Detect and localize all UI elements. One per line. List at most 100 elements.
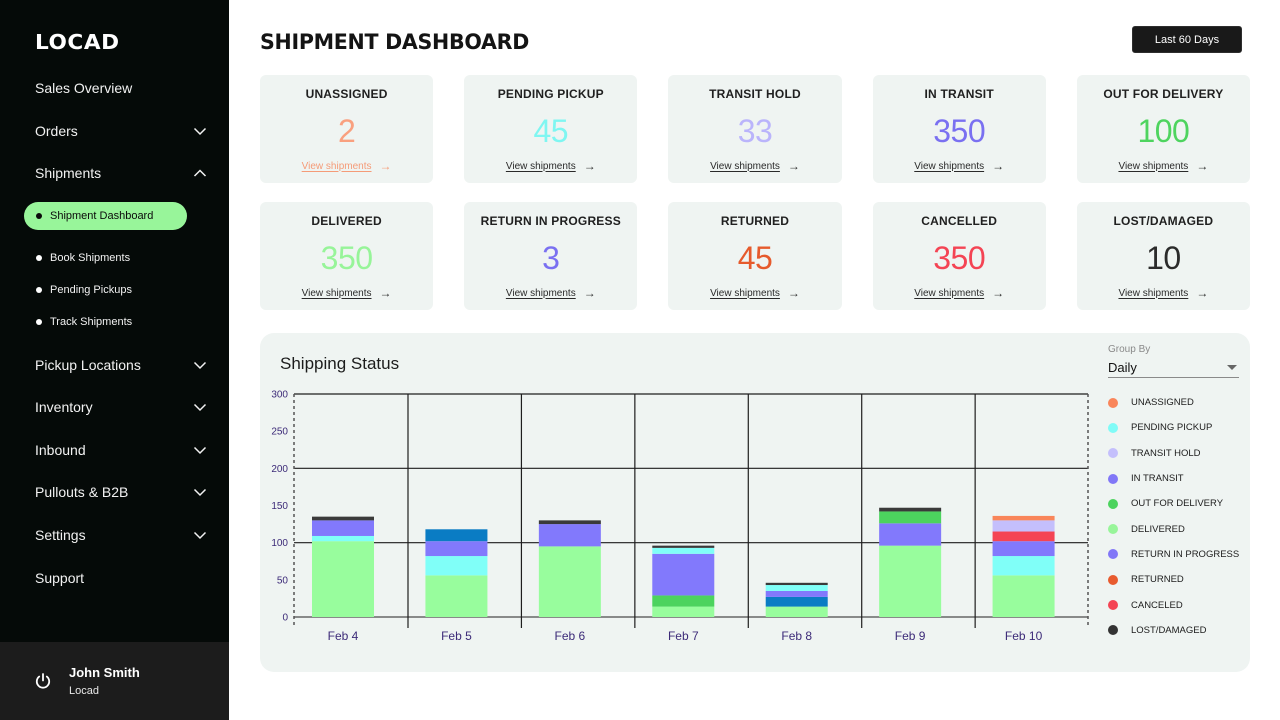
bar-segment-feb-6-lost-damaged xyxy=(538,520,601,525)
sidebar-item-label: Pullouts & B2B xyxy=(35,484,129,500)
card-lost-damaged: LOST/DAMAGED 10 View shipments → xyxy=(1076,202,1250,310)
view-shipments-link[interactable]: View shipments → xyxy=(260,286,433,300)
view-shipments-link[interactable]: View shipments → xyxy=(1077,286,1250,300)
card-label: OUT FOR DELIVERY xyxy=(1103,87,1224,101)
chevron-up-icon[interactable] xyxy=(193,166,207,180)
legend-item-transit-hold[interactable]: TRANSIT HOLD xyxy=(1108,441,1239,466)
view-shipments-link[interactable]: View shipments → xyxy=(873,286,1046,300)
bar-segment-feb-10-delivered xyxy=(992,575,1055,617)
card-out-for-delivery: OUT FOR DELIVERY 100 View shipments → xyxy=(1076,75,1250,183)
legend-label: OUT FOR DELIVERY xyxy=(1131,498,1224,510)
sidebar-subitem-label: Pending Pickups xyxy=(50,284,132,296)
sidebar-item-label: Inbound xyxy=(35,442,86,458)
sidebar-item-inventory[interactable]: Inventory xyxy=(35,395,207,419)
card-label: CANCELLED xyxy=(921,214,998,228)
sidebar-subitem-label: Book Shipments xyxy=(50,252,131,264)
legend-item-in-transit[interactable]: IN TRANSIT xyxy=(1108,466,1239,491)
view-shipments-label: View shipments xyxy=(505,287,576,299)
bar-segment-feb-8-delivered xyxy=(765,606,828,617)
y-tick-label: 200 xyxy=(271,464,288,475)
view-shipments-link[interactable]: View shipments → xyxy=(260,159,433,173)
bar-segment-feb-5-delivered xyxy=(425,575,488,617)
bar-segment-feb-7-in-transit xyxy=(652,553,715,596)
bar-segment-feb-7-pending-pickup xyxy=(652,547,715,554)
sidebar-subitem-label: Track Shipments xyxy=(50,316,133,328)
legend-swatch xyxy=(1108,524,1118,535)
chevron-down-icon[interactable] xyxy=(193,358,207,372)
card-label: IN TRANSIT xyxy=(924,87,994,101)
view-shipments-link[interactable]: View shipments → xyxy=(464,286,637,300)
sidebar-item-pullouts-b2b[interactable]: Pullouts & B2B xyxy=(35,480,207,504)
legend-label: LOST/DAMAGED xyxy=(1131,624,1207,636)
view-shipments-label: View shipments xyxy=(301,287,372,299)
locad-logo[interactable]: LOCAD xyxy=(35,30,120,54)
view-shipments-link[interactable]: View shipments → xyxy=(668,286,841,300)
legend-item-lost-damaged[interactable]: LOST/DAMAGED xyxy=(1108,618,1239,643)
card-value: 350 xyxy=(933,113,986,149)
arrow-right-icon: → xyxy=(583,286,596,300)
legend-swatch xyxy=(1108,473,1118,484)
legend-label: DELIVERED xyxy=(1131,523,1185,535)
legend-swatch xyxy=(1108,397,1118,408)
legend-swatch xyxy=(1108,574,1118,585)
arrow-right-icon: → xyxy=(1196,286,1209,300)
arrow-right-icon: → xyxy=(1196,159,1209,173)
sidebar-subitem-track-shipments[interactable]: Track Shipments xyxy=(24,308,187,336)
sidebar-item-orders[interactable]: Orders xyxy=(35,119,207,143)
bullet-icon xyxy=(36,319,42,325)
sidebar-item-pickup-locations[interactable]: Pickup Locations xyxy=(35,353,207,377)
y-tick-label: 50 xyxy=(277,575,289,586)
card-value: 350 xyxy=(320,240,373,276)
legend-item-returned[interactable]: RETURNED xyxy=(1108,567,1239,592)
card-unassigned: UNASSIGNED 2 View shipments → xyxy=(260,75,434,183)
bar-segment-feb-4-pending-pickup xyxy=(312,535,374,542)
power-icon[interactable] xyxy=(34,672,52,690)
view-shipments-link[interactable]: View shipments → xyxy=(873,159,1046,173)
view-shipments-link[interactable]: View shipments → xyxy=(668,159,841,173)
card-delivered: DELIVERED 350 View shipments → xyxy=(260,202,434,310)
chevron-down-icon[interactable] xyxy=(193,124,207,138)
card-cancelled: CANCELLED 350 View shipments → xyxy=(872,202,1046,310)
status-cards: UNASSIGNED 2 View shipments → PENDING PICKUP… xyxy=(260,75,1250,310)
chevron-down-icon[interactable] xyxy=(193,485,207,499)
sidebar-subitem-pending-pickups[interactable]: Pending Pickups xyxy=(24,276,187,304)
bar-segment-feb-7-out-for-delivery xyxy=(652,595,715,607)
legend-item-unassigned[interactable]: UNASSIGNED xyxy=(1108,390,1239,415)
y-tick-label: 250 xyxy=(271,427,288,438)
bar-segment-feb-9-lost-damaged xyxy=(879,507,942,512)
chevron-down-icon[interactable] xyxy=(193,443,207,457)
sidebar-item-sales-overview[interactable]: Sales Overview xyxy=(35,76,207,100)
legend-item-return-in-progress[interactable]: RETURN IN PROGRESS xyxy=(1108,542,1239,567)
legend-item-canceled[interactable]: CANCELED xyxy=(1108,592,1239,617)
chevron-down-icon[interactable] xyxy=(193,528,207,542)
view-shipments-label: View shipments xyxy=(914,287,985,299)
bar-segment-feb-9-in-transit xyxy=(879,523,942,546)
bar-segment-feb-10-unassigned xyxy=(992,515,1055,521)
sidebar-item-support[interactable]: Support xyxy=(35,566,207,590)
sidebar-subitem-shipment-dashboard[interactable]: Shipment Dashboard xyxy=(24,202,187,230)
sidebar-subitem-book-shipments[interactable]: Book Shipments xyxy=(24,244,187,272)
bar-segment-feb-6-delivered xyxy=(538,546,601,617)
bullet-icon xyxy=(36,255,42,261)
card-label: LOST/DAMAGED xyxy=(1113,214,1214,228)
bar-segment-feb-5-in-transit xyxy=(425,541,488,557)
sidebar: LOCAD Sales Overview Orders Shipments Sh… xyxy=(0,0,229,720)
chevron-down-icon[interactable] xyxy=(193,400,207,414)
bar-segment-feb-6-in-transit xyxy=(538,524,601,547)
user-footer: John Smith Locad xyxy=(0,642,229,720)
legend-item-pending-pickup[interactable]: PENDING PICKUP xyxy=(1108,415,1239,440)
arrow-right-icon: → xyxy=(583,159,596,173)
sidebar-item-inbound[interactable]: Inbound xyxy=(35,438,207,462)
view-shipments-link[interactable]: View shipments → xyxy=(1077,159,1250,173)
legend-label: RETURN IN PROGRESS xyxy=(1131,548,1240,560)
view-shipments-label: View shipments xyxy=(1118,287,1189,299)
bar-segment-feb-8-in-transit xyxy=(765,590,828,597)
legend-item-out-for-delivery[interactable]: OUT FOR DELIVERY xyxy=(1108,491,1239,516)
legend-label: TRANSIT HOLD xyxy=(1131,447,1201,459)
sidebar-item-settings[interactable]: Settings xyxy=(35,523,207,547)
group-by-select[interactable]: Daily xyxy=(1108,358,1239,378)
sidebar-item-shipments[interactable]: Shipments xyxy=(35,161,207,185)
date-range-button[interactable]: Last 60 Days xyxy=(1132,26,1242,53)
legend-item-delivered[interactable]: DELIVERED xyxy=(1108,516,1239,541)
view-shipments-link[interactable]: View shipments → xyxy=(464,159,637,173)
